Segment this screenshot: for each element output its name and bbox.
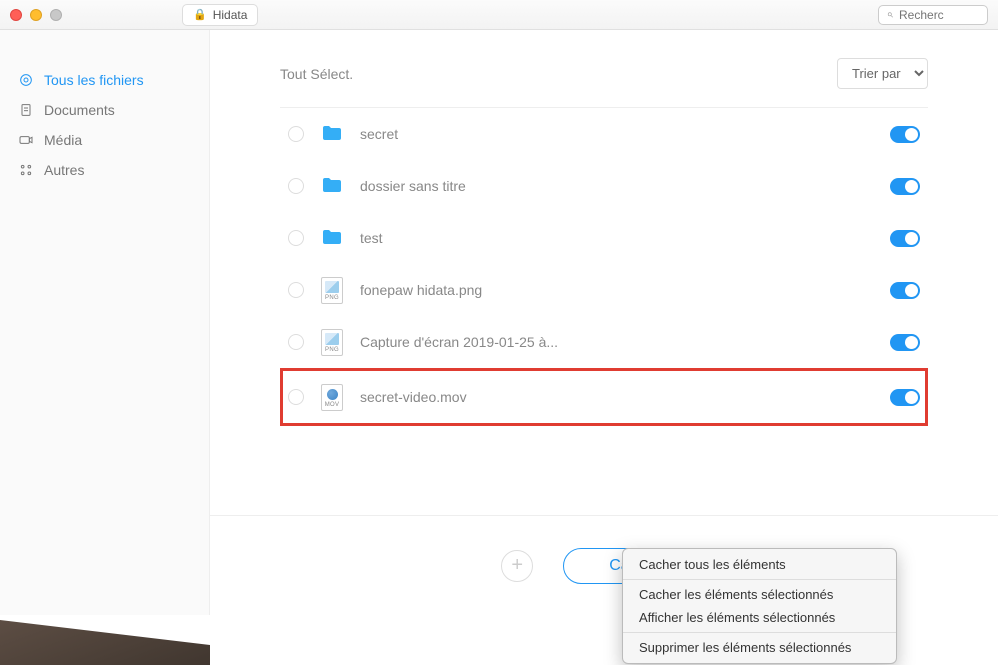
lock-icon: 🔒 [193, 8, 207, 21]
row-checkbox[interactable] [288, 230, 304, 246]
visibility-toggle[interactable] [890, 389, 920, 406]
plus-icon: + [511, 554, 523, 577]
file-row[interactable]: PNG fonepaw hidata.png [280, 264, 928, 316]
grid-icon [18, 162, 34, 178]
menu-item-hide-all[interactable]: Cacher tous les éléments [623, 553, 896, 576]
close-window-button[interactable] [10, 9, 22, 21]
sidebar-item-documents[interactable]: Documents [0, 95, 209, 125]
sidebar-item-label: Tous les fichiers [44, 72, 144, 88]
file-row[interactable]: PNG Capture d'écran 2019-01-25 à... [280, 316, 928, 368]
maximize-window-button[interactable] [50, 9, 62, 21]
menu-item-show-selected[interactable]: Afficher les éléments sélectionnés [623, 606, 896, 629]
sidebar-item-others[interactable]: Autres [0, 155, 209, 185]
folder-icon [318, 224, 346, 252]
menu-item-hide-selected[interactable]: Cacher les éléments sélectionnés [623, 583, 896, 606]
camera-icon [18, 132, 34, 148]
main-layout: Tous les fichiers Documents Média Autres… [0, 30, 998, 615]
visibility-toggle[interactable] [890, 126, 920, 143]
sidebar-item-label: Documents [44, 102, 115, 118]
visibility-toggle[interactable] [890, 178, 920, 195]
visibility-toggle[interactable] [890, 282, 920, 299]
sort-select[interactable]: Trier par [837, 58, 928, 89]
file-name: test [360, 230, 876, 246]
file-list-container: Tout Sélect. Trier par secret dossier san… [210, 30, 998, 515]
file-name: secret [360, 126, 876, 142]
file-row[interactable]: test [280, 212, 928, 264]
sidebar-item-all-files[interactable]: Tous les fichiers [0, 65, 209, 95]
sidebar: Tous les fichiers Documents Média Autres [0, 30, 210, 615]
file-name: fonepaw hidata.png [360, 282, 876, 298]
menu-item-delete-selected[interactable]: Supprimer les éléments sélectionnés [623, 636, 896, 659]
search-field-wrap[interactable] [878, 5, 988, 25]
search-icon [887, 9, 894, 21]
context-menu: Cacher tous les éléments Cacher les élém… [622, 548, 897, 664]
desktop-background [0, 615, 210, 665]
folder-icon [318, 120, 346, 148]
file-row[interactable]: secret [280, 108, 928, 160]
png-file-icon: PNG [318, 276, 346, 304]
file-row[interactable]: MOV secret-video.mov [280, 368, 928, 426]
row-checkbox[interactable] [288, 389, 304, 405]
row-checkbox[interactable] [288, 282, 304, 298]
search-input[interactable] [899, 8, 979, 22]
sidebar-item-label: Autres [44, 162, 84, 178]
png-file-icon: PNG [318, 328, 346, 356]
row-checkbox[interactable] [288, 126, 304, 142]
titlebar: 🔒 Hidata [0, 0, 998, 30]
minimize-window-button[interactable] [30, 9, 42, 21]
row-checkbox[interactable] [288, 178, 304, 194]
mov-file-icon: MOV [318, 383, 346, 411]
sidebar-item-label: Média [44, 132, 82, 148]
app-title: 🔒 Hidata [182, 4, 258, 26]
document-icon [18, 102, 34, 118]
file-row[interactable]: dossier sans titre [280, 160, 928, 212]
folder-icon [318, 172, 346, 200]
visibility-toggle[interactable] [890, 230, 920, 247]
menu-separator [623, 632, 896, 633]
file-name: Capture d'écran 2019-01-25 à... [360, 334, 876, 350]
sidebar-item-media[interactable]: Média [0, 125, 209, 155]
app-title-text: Hidata [213, 8, 248, 22]
select-all-button[interactable]: Tout Sélect. [280, 66, 353, 82]
list-header: Tout Sélect. Trier par [280, 30, 928, 108]
main-panel: Tout Sélect. Trier par secret dossier san… [210, 30, 998, 615]
target-icon [18, 72, 34, 88]
file-name: dossier sans titre [360, 178, 876, 194]
window-controls [10, 9, 62, 21]
file-list: secret dossier sans titre test PNG fonepaw h… [280, 108, 928, 426]
visibility-toggle[interactable] [890, 334, 920, 351]
row-checkbox[interactable] [288, 334, 304, 350]
menu-separator [623, 579, 896, 580]
add-button[interactable]: + [501, 550, 533, 582]
file-name: secret-video.mov [360, 389, 876, 405]
